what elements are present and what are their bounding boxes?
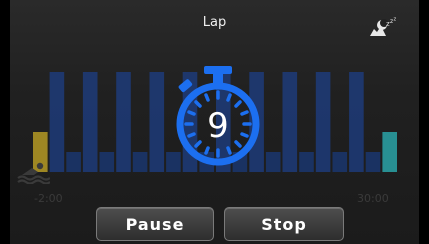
chart-bar-21 — [365, 152, 381, 172]
chart-bar-19 — [332, 152, 348, 172]
chart-bar-16 — [282, 72, 298, 172]
chart-bar-17 — [299, 152, 314, 172]
lap-screen: Lap z z z -2:00 30:00 9 Pause Stop — [0, 0, 429, 244]
chart-bar-20 — [349, 72, 364, 172]
stopwatch-value: 9 — [207, 106, 229, 146]
chart-bar-3 — [66, 152, 81, 172]
chart-bar-18 — [315, 72, 331, 172]
screen-title: Lap — [202, 15, 227, 30]
chart-bar-22 — [382, 132, 397, 172]
chart-bar-7 — [132, 152, 148, 172]
chart-bar-8 — [149, 72, 165, 172]
swimmer-icon — [17, 162, 50, 184]
chart-bar-5 — [99, 152, 115, 172]
chart-bar-2 — [49, 72, 65, 172]
stop-button[interactable]: Stop — [224, 207, 344, 241]
sleep-zzz-icon[interactable]: z z z — [366, 16, 398, 38]
chart-bar-6 — [116, 72, 131, 172]
x-axis-start-label: -2:00 — [34, 192, 63, 205]
chart-bar-4 — [82, 72, 98, 172]
pause-button[interactable]: Pause — [96, 207, 214, 241]
chart-bar-15 — [265, 152, 281, 172]
x-axis-end-label: 30:00 — [357, 192, 389, 205]
svg-text:z: z — [394, 17, 397, 23]
